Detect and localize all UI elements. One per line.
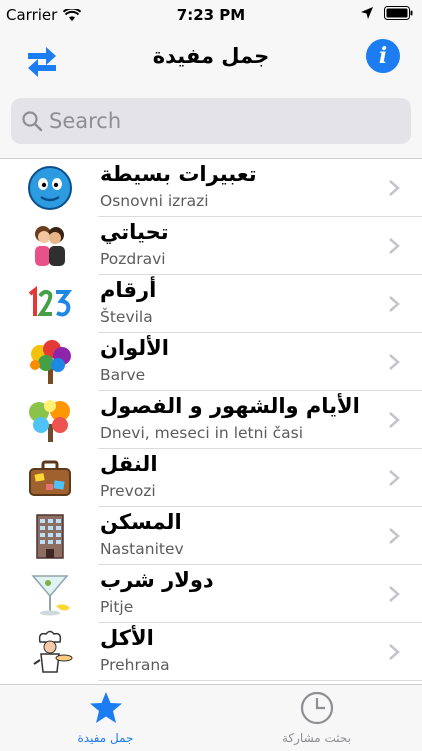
chevron-right-icon [389, 586, 400, 602]
item-title: أرقام [100, 278, 157, 302]
search-bar: Search [0, 88, 422, 159]
status-time: 7:23 PM [176, 6, 246, 24]
navigation-bar: جمل مفيدة i [0, 30, 422, 88]
item-title: الأكل [100, 626, 154, 650]
item-title: الألوان [100, 336, 170, 360]
item-subtitle: Nastanitev [100, 540, 184, 558]
tab-label: جمل مفيدة [77, 731, 134, 745]
list-item[interactable]: النقل Prevozi [0, 449, 422, 507]
location-arrow-icon [361, 7, 373, 19]
search-input[interactable]: Search [11, 98, 411, 144]
chevron-right-icon [389, 180, 400, 196]
hugging-people-icon [35, 226, 65, 266]
item-subtitle: Prehrana [100, 656, 170, 674]
list-item[interactable]: تعبيرات بسيطة Osnovni izrazi [0, 159, 422, 217]
search-icon [22, 111, 43, 132]
tab-bar: جمل مفيدة بحثت مشاركة [0, 684, 422, 751]
chevron-right-icon [389, 354, 400, 370]
item-subtitle: Barve [100, 366, 146, 384]
item-title: النقل [100, 452, 158, 476]
item-subtitle: Števila [100, 308, 153, 326]
chevron-right-icon [389, 528, 400, 544]
suitcase-icon [29, 460, 71, 496]
item-subtitle: Osnovni izrazi [100, 192, 209, 210]
chef-icon [33, 630, 73, 673]
smiley-face-icon [28, 166, 72, 210]
phrase-category-list: تعبيرات بسيطة Osnovni izrazi تحياتي Pozd… [0, 159, 422, 681]
list-item[interactable]: أرقام Števila [0, 275, 422, 333]
list-item[interactable]: الألوان Barve [0, 333, 422, 391]
chevron-right-icon [389, 644, 400, 660]
list-item[interactable]: المسكن Nastanitev [0, 507, 422, 565]
status-right-group [360, 6, 414, 20]
item-subtitle: Dnevi, meseci in letni časi [100, 424, 304, 442]
clock-icon [300, 691, 334, 725]
item-title: الأيام والشهور و الفصول [100, 394, 360, 418]
tab-recent[interactable]: بحثت مشاركة [211, 685, 422, 751]
star-icon [90, 692, 122, 723]
item-subtitle: Pitje [100, 598, 134, 616]
list-item[interactable]: تحياتي Pozdravi [0, 217, 422, 275]
item-subtitle: Pozdravi [100, 250, 166, 268]
chevron-right-icon [389, 238, 400, 254]
status-bar: Carrier 7:23 PM [0, 0, 422, 30]
item-title: تحياتي [100, 220, 169, 244]
cocktail-glass-icon [31, 575, 70, 616]
page-title: جمل مفيدة [152, 44, 270, 68]
item-title: دولار شرب [100, 568, 214, 592]
row-divider [98, 680, 422, 681]
list-item[interactable]: الأيام والشهور و الفصول Dnevi, meseci in… [0, 391, 422, 449]
colorful-tree-icon [30, 340, 71, 384]
item-title: المسكن [100, 510, 182, 534]
info-icon[interactable]: i [366, 39, 400, 73]
info-glyph: i [378, 43, 388, 69]
chevron-right-icon [389, 296, 400, 312]
item-subtitle: Prevozi [100, 482, 156, 500]
chevron-right-icon [389, 470, 400, 486]
battery-icon [384, 6, 413, 20]
seasons-tree-icon [29, 400, 70, 442]
search-placeholder: Search [49, 109, 122, 133]
chevron-right-icon [389, 412, 400, 428]
tab-useful-phrases[interactable]: جمل مفيدة [0, 685, 211, 751]
list-item[interactable]: دولار شرب Pitje [0, 565, 422, 623]
numbers-123-icon [28, 285, 73, 317]
building-icon [36, 514, 64, 559]
tab-label: بحثت مشاركة [281, 731, 352, 745]
item-title: تعبيرات بسيطة [100, 162, 257, 186]
list-item[interactable]: الأكل Prehrana [0, 623, 422, 681]
